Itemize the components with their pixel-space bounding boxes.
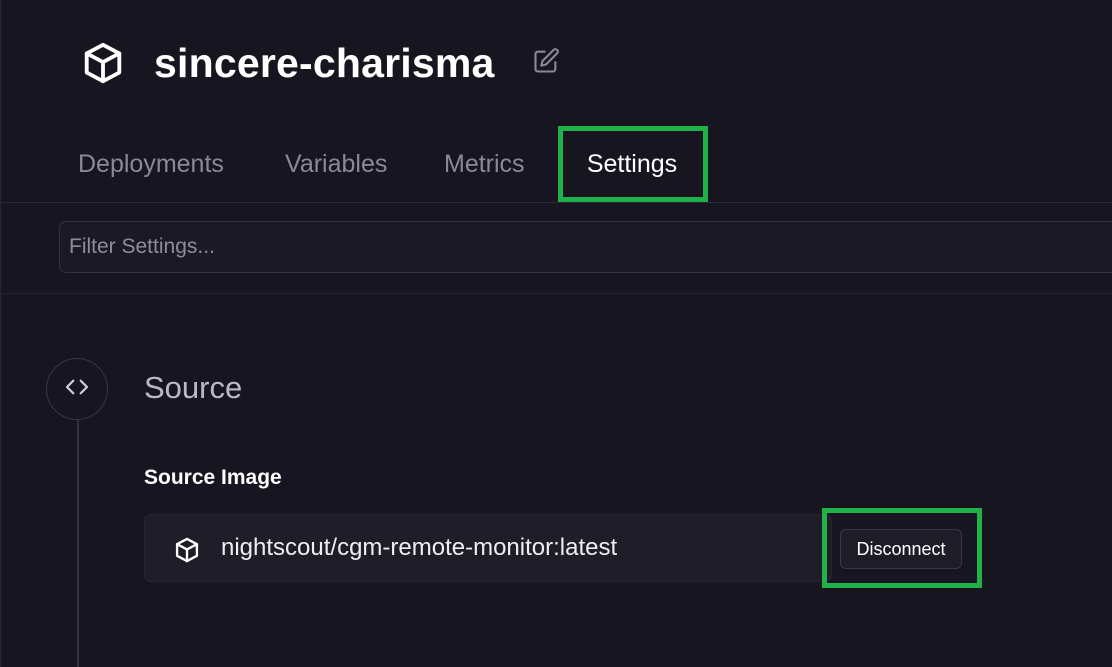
source-image-card: nightscout/cgm-remote-monitor:latest bbox=[144, 514, 832, 582]
disconnect-button[interactable]: Disconnect bbox=[840, 529, 962, 569]
section-title: Source bbox=[144, 370, 243, 405]
edit-name-button[interactable] bbox=[531, 47, 561, 80]
edit-icon bbox=[532, 47, 560, 80]
tab-settings[interactable]: Settings bbox=[560, 128, 704, 200]
tab-metrics[interactable]: Metrics bbox=[444, 128, 525, 200]
service-settings-page: sincere-charisma Deployments Variables M… bbox=[0, 0, 1112, 667]
cube-icon bbox=[173, 536, 201, 564]
service-header: sincere-charisma bbox=[80, 38, 561, 88]
section-timeline bbox=[77, 420, 79, 667]
source-image-name: nightscout/cgm-remote-monitor:latest bbox=[221, 534, 618, 561]
source-image-label: Source Image bbox=[144, 466, 282, 489]
tab-deployments[interactable]: Deployments bbox=[78, 128, 224, 200]
tab-bar: Deployments Variables Metrics Settings bbox=[0, 128, 1112, 203]
source-section-marker bbox=[46, 358, 108, 420]
cube-icon bbox=[80, 40, 126, 86]
tab-variables[interactable]: Variables bbox=[285, 128, 387, 200]
page-title: sincere-charisma bbox=[154, 39, 495, 86]
filter-settings-input[interactable] bbox=[59, 221, 1112, 273]
sidebar-divider bbox=[0, 0, 1, 667]
code-icon bbox=[62, 372, 92, 407]
